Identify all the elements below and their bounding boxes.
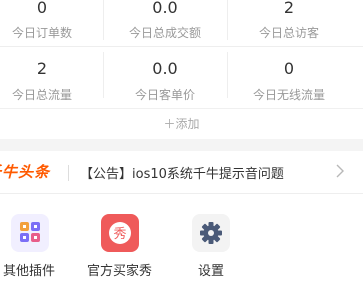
chevron-right-icon (336, 164, 344, 178)
stat-label: 今日客单价 (134, 88, 195, 102)
stats-row-2: 2 今日总流量 0.0 今日客单价 0 今日无线流量 (0, 46, 363, 109)
news-divider (68, 165, 69, 181)
column-divider (227, 52, 228, 98)
app-settings[interactable]: 设置 (187, 193, 287, 293)
stat-revenue[interactable]: 0.0 今日总成交额 (103, 0, 227, 46)
stat-value: 0.0 (152, 0, 178, 17)
stats-row-1: 0 今日订单数 0.0 今日总成交额 2 今日总访客 (0, 0, 363, 46)
app-label: 其他插件 (3, 264, 56, 279)
stat-label: 今日总成交额 (128, 26, 201, 40)
column-divider (227, 0, 228, 40)
buyer-show-icon: 秀 (101, 214, 139, 252)
stat-value: 0.0 (152, 59, 178, 78)
stat-visitors[interactable]: 2 今日总访客 (227, 0, 351, 46)
stat-value: 2 (283, 0, 295, 17)
column-divider (103, 0, 104, 40)
buyer-show-glyph: 秀 (113, 227, 126, 242)
stat-value: 0 (283, 59, 295, 78)
section-gap (0, 139, 363, 151)
stat-label: 今日总访客 (258, 26, 319, 40)
stats-panel: 0 今日订单数 0.0 今日总成交额 2 今日总访客 2 今日总流量 0.0 今… (0, 0, 363, 115)
app-label: 设置 (198, 264, 225, 279)
stat-label: 今日无线流量 (252, 88, 325, 102)
news-bar[interactable]: 千牛头条 【公告】ios10系统千牛提示音问题 (0, 151, 363, 194)
news-headline[interactable]: 【公告】ios10系统千牛提示音问题 (80, 163, 284, 182)
app-grid: 其他插件 秀 官方买家秀 设置 (0, 193, 363, 307)
gear-icon (192, 214, 230, 252)
app-label: 官方买家秀 (87, 264, 153, 279)
stat-avg-order[interactable]: 0.0 今日客单价 (103, 47, 227, 109)
column-divider (103, 52, 104, 98)
news-brand-logo: 千牛头条 (0, 163, 51, 181)
add-stat-button[interactable]: ＋添加 (0, 108, 363, 139)
app-buyer-show[interactable]: 秀 官方买家秀 (84, 193, 184, 293)
stat-wireless-traffic[interactable]: 0 今日无线流量 (227, 47, 351, 109)
plugins-grid-icon (11, 214, 49, 252)
